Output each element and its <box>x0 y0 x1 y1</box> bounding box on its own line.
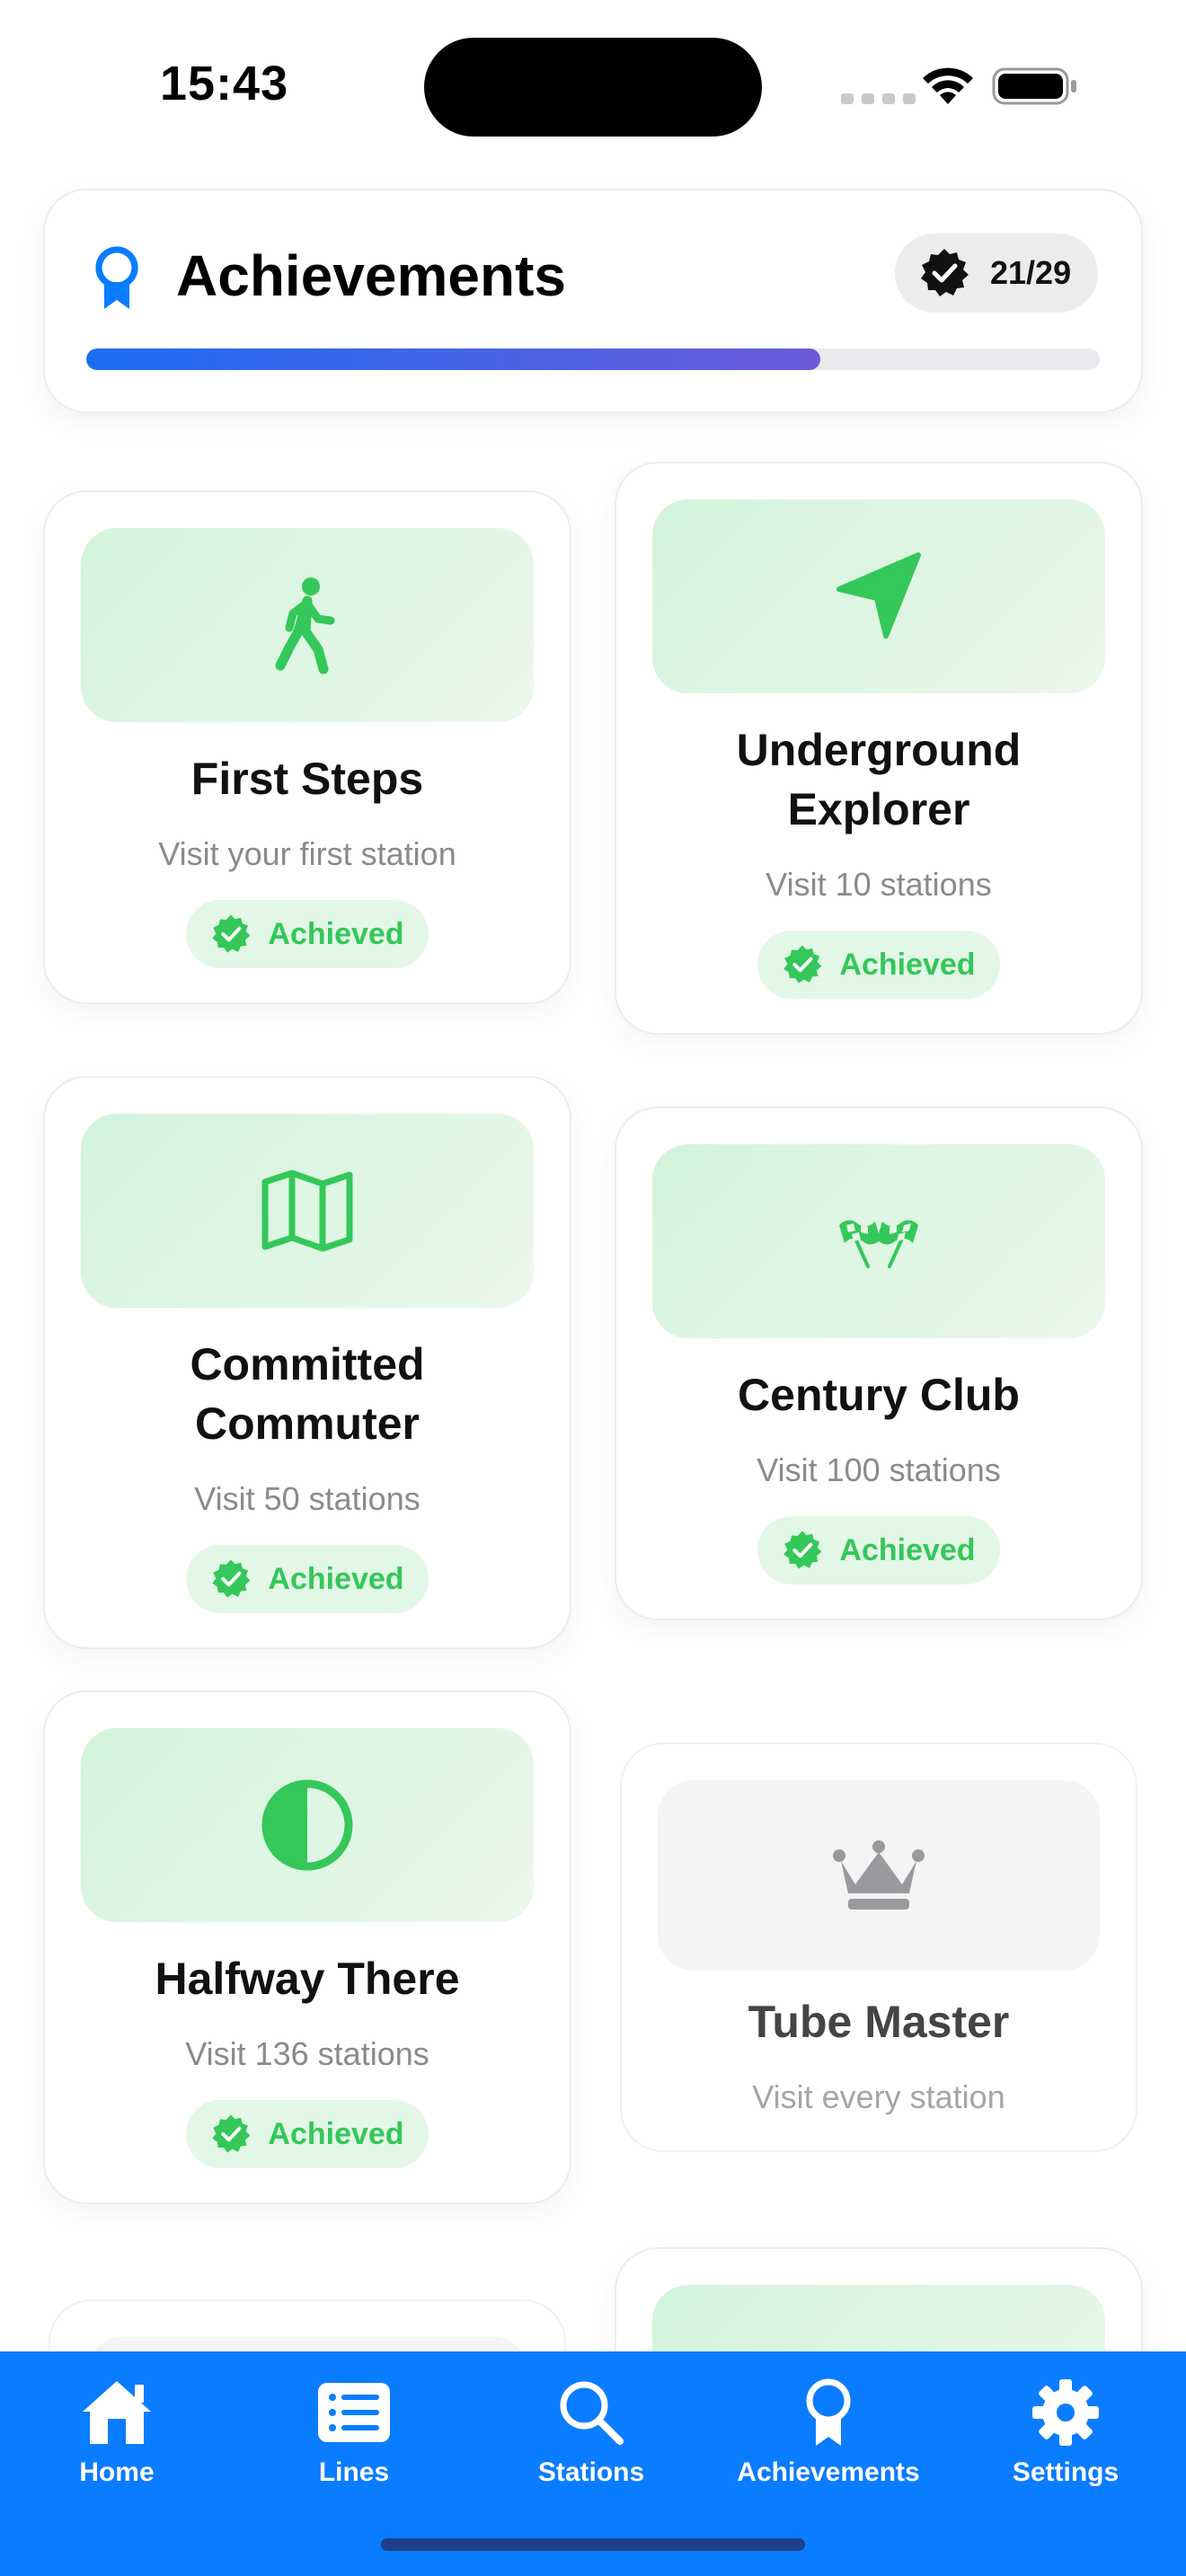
cellular-signal-icon <box>841 93 916 104</box>
tab-label: Achievements <box>737 2457 920 2487</box>
achievement-icon-tile <box>658 1780 1100 1971</box>
status-bar: 15:43 <box>0 0 1186 171</box>
achieved-label: Achieved <box>268 2116 404 2151</box>
achievement-card-tube-master[interactable]: Tube Master Visit every station <box>620 1742 1137 2152</box>
achievement-title: First Steps <box>190 754 424 804</box>
achievement-card-underground-explorer[interactable]: Underground Explorer Visit 10 stations A… <box>615 462 1143 1035</box>
achievements-summary-card: Achievements 21/29 <box>43 189 1143 413</box>
dynamic-island <box>424 38 762 137</box>
achievement-title: Tube Master <box>748 1997 1010 2047</box>
achieved-label: Achieved <box>839 947 976 982</box>
achievement-card-century-club[interactable]: Century Club Visit 100 stations Achieved <box>615 1107 1143 1620</box>
achievement-title: Committed Commuter <box>190 1339 425 1449</box>
achieved-label: Achieved <box>839 1532 976 1567</box>
achieved-badge: Achieved <box>186 1545 429 1613</box>
check-seal-icon <box>783 1531 822 1569</box>
achievement-title: Halfway There <box>155 1954 460 2004</box>
location-arrow-icon <box>836 552 921 639</box>
tab-label: Lines <box>318 2457 390 2487</box>
achievement-description: Visit your first station <box>158 835 456 872</box>
award-icon <box>806 2378 851 2446</box>
achievement-description: Visit 136 stations <box>185 2035 429 2072</box>
tab-label: Stations <box>537 2457 645 2487</box>
achievement-description: Visit 10 stations <box>766 866 992 903</box>
achievement-progress-fill <box>86 348 820 370</box>
tab-stations[interactable]: Stations <box>483 2373 699 2499</box>
achievement-icon-tile <box>652 1144 1105 1338</box>
achieved-badge: Achieved <box>757 1516 1000 1584</box>
achievement-title: Underground Explorer <box>736 725 1022 834</box>
achieved-label: Achieved <box>268 1561 404 1596</box>
walking-person-icon <box>275 578 335 675</box>
award-ribbon-icon <box>95 246 138 309</box>
achievement-card-first-steps[interactable]: First Steps Visit your first station Ach… <box>43 490 571 1004</box>
map-icon <box>261 1169 353 1252</box>
achievement-title: Century Club <box>738 1370 1020 1420</box>
tab-home[interactable]: Home <box>9 2373 225 2499</box>
home-indicator[interactable] <box>381 2538 805 2551</box>
gear-icon <box>1032 2379 1099 2446</box>
wifi-icon <box>923 67 973 104</box>
achievement-icon-tile <box>81 1728 534 1922</box>
half-circle-icon <box>261 1779 353 1871</box>
check-seal-icon <box>212 914 251 953</box>
check-seal-icon <box>212 1559 251 1598</box>
check-seal-icon <box>212 2114 251 2153</box>
crown-icon <box>833 1840 925 1910</box>
tab-settings[interactable]: Settings <box>958 2373 1173 2499</box>
achievement-icon-tile <box>81 1114 534 1308</box>
check-seal-icon <box>783 945 822 984</box>
achieved-badge: Achieved <box>757 931 1000 999</box>
achievement-card-committed-commuter[interactable]: Committed Commuter Visit 50 stations Ach… <box>43 1076 571 1649</box>
achievement-count-badge: 21/29 <box>895 234 1098 313</box>
achievement-card-halfway-there[interactable]: Halfway There Visit 136 stations Achieve… <box>43 1690 571 2204</box>
tab-label: Home <box>79 2457 155 2487</box>
achieved-badge: Achieved <box>186 900 429 968</box>
tab-lines[interactable]: Lines <box>246 2373 462 2499</box>
status-time: 15:43 <box>160 57 289 110</box>
achievement-description: Visit 50 stations <box>194 1480 420 1517</box>
home-icon <box>83 2381 151 2444</box>
achieved-badge: Achieved <box>186 2100 429 2168</box>
achievement-icon-tile <box>652 499 1105 693</box>
tab-label: Settings <box>1012 2457 1120 2487</box>
check-seal-icon <box>921 249 969 296</box>
battery-icon <box>992 67 1076 105</box>
search-icon <box>560 2381 624 2445</box>
achievement-description: Visit 100 stations <box>757 1451 1001 1488</box>
achievement-progress-bar <box>86 348 1100 370</box>
achievement-description: Visit every station <box>752 2078 1005 2115</box>
checkered-flags-icon <box>839 1220 918 1268</box>
list-icon <box>318 2383 390 2442</box>
tab-achievements[interactable]: Achievements <box>721 2373 936 2499</box>
page-title: Achievements <box>176 243 566 308</box>
achieved-label: Achieved <box>268 916 404 951</box>
achievement-icon-tile <box>81 528 534 722</box>
achievement-count: 21/29 <box>990 254 1072 291</box>
